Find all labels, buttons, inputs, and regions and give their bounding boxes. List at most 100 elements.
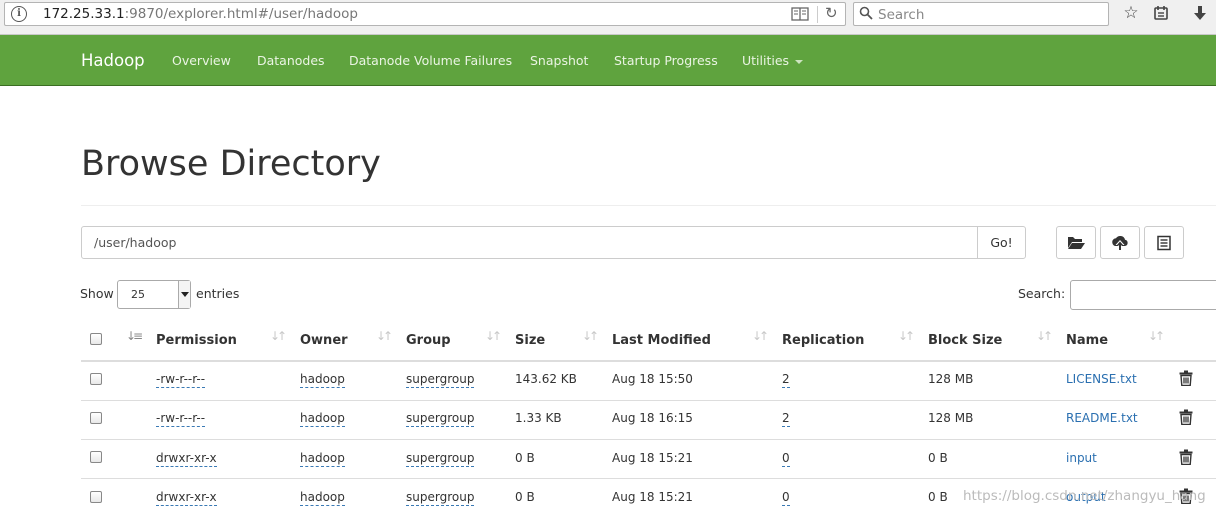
info-icon[interactable]: i bbox=[11, 6, 27, 22]
directory-input[interactable]: /user/hadoop bbox=[81, 226, 978, 259]
row-checkbox[interactable] bbox=[90, 491, 102, 503]
cut-paste-button[interactable] bbox=[1144, 226, 1184, 259]
brand-link[interactable]: Hadoop bbox=[81, 51, 145, 70]
column-header-permission[interactable]: Permission bbox=[156, 333, 237, 348]
file-name-link[interactable]: LICENSE.txt bbox=[1066, 372, 1137, 386]
sort-icon[interactable]: ↓↑ bbox=[1148, 329, 1165, 343]
size-value: 1.33 KB bbox=[515, 411, 562, 425]
show-label: Show bbox=[80, 286, 114, 301]
title-divider bbox=[81, 205, 1216, 206]
hadoop-navbar: Hadoop Overview Datanodes Datanode Volum… bbox=[0, 35, 1216, 86]
size-value: 143.62 KB bbox=[515, 372, 577, 386]
group-value[interactable]: supergroup bbox=[406, 372, 475, 388]
folder-open-icon bbox=[1067, 235, 1085, 250]
directory-name-link[interactable]: input bbox=[1066, 451, 1097, 465]
modified-value: Aug 18 15:21 bbox=[612, 451, 693, 465]
row-divider bbox=[81, 439, 1216, 440]
size-value: 0 B bbox=[515, 451, 535, 465]
url-host: 172.25.33.1 bbox=[43, 6, 125, 22]
sort-icon[interactable]: ↓↑ bbox=[376, 329, 393, 343]
nav-utilities[interactable]: Utilities bbox=[742, 53, 804, 68]
sort-icon[interactable]: ↓↑ bbox=[582, 329, 599, 343]
column-header-block-size[interactable]: Block Size bbox=[928, 333, 1002, 348]
upload-files-button[interactable] bbox=[1100, 226, 1140, 259]
nav-datanode-volume-failures[interactable]: Datanode Volume Failures bbox=[349, 53, 512, 68]
permission-value[interactable]: drwxr-xr-x bbox=[156, 451, 217, 467]
group-value[interactable]: supergroup bbox=[406, 411, 475, 427]
column-header-owner[interactable]: Owner bbox=[300, 333, 348, 348]
block-size-value: 128 MB bbox=[928, 411, 974, 425]
block-size-value: 128 MB bbox=[928, 372, 974, 386]
trash-icon[interactable] bbox=[1179, 370, 1193, 387]
owner-value[interactable]: hadoop bbox=[300, 411, 345, 427]
search-icon bbox=[859, 6, 873, 24]
sort-icon[interactable]: ↓↑ bbox=[898, 329, 915, 343]
column-header-replication[interactable]: Replication bbox=[782, 333, 864, 348]
nav-startup-progress[interactable]: Startup Progress bbox=[614, 53, 718, 68]
size-value: 0 B bbox=[515, 490, 535, 504]
library-icon[interactable] bbox=[1150, 5, 1172, 26]
list-icon bbox=[1156, 235, 1172, 250]
replication-value[interactable]: 2 bbox=[782, 411, 790, 427]
browser-toolbar: i 172.25.33.1:9870/explorer.html#/user/h… bbox=[0, 0, 1216, 35]
replication-value[interactable]: 0 bbox=[782, 490, 790, 506]
table-header-divider bbox=[81, 360, 1216, 362]
reader-mode-icon[interactable] bbox=[791, 7, 809, 21]
modified-value: Aug 18 16:15 bbox=[612, 411, 693, 425]
nav-snapshot[interactable]: Snapshot bbox=[530, 53, 588, 68]
group-value[interactable]: supergroup bbox=[406, 490, 475, 506]
create-directory-button[interactable] bbox=[1056, 226, 1096, 259]
table-search-input[interactable] bbox=[1070, 280, 1216, 310]
address-url[interactable]: 172.25.33.1:9870/explorer.html#/user/had… bbox=[43, 6, 358, 22]
owner-value[interactable]: hadoop bbox=[300, 490, 345, 506]
block-size-value: 0 B bbox=[928, 490, 948, 504]
nav-datanodes[interactable]: Datanodes bbox=[257, 53, 325, 68]
trash-icon[interactable] bbox=[1179, 409, 1193, 426]
bookmark-star-icon[interactable]: ☆ bbox=[1120, 3, 1142, 23]
watermark: https://blog.csdn.net/zhangyu_hang bbox=[963, 488, 1206, 504]
search-placeholder: Search bbox=[878, 7, 925, 23]
file-name-link[interactable]: README.txt bbox=[1066, 411, 1138, 425]
replication-value[interactable]: 0 bbox=[782, 451, 790, 467]
column-header-last-modified[interactable]: Last Modified bbox=[612, 333, 711, 348]
block-size-value: 0 B bbox=[928, 451, 948, 465]
replication-value[interactable]: 2 bbox=[782, 372, 790, 388]
row-checkbox[interactable] bbox=[90, 373, 102, 385]
go-button[interactable]: Go! bbox=[977, 226, 1026, 259]
address-bar[interactable]: i 172.25.33.1:9870/explorer.html#/user/h… bbox=[4, 2, 846, 26]
row-divider bbox=[81, 478, 1216, 479]
reload-icon[interactable]: ↻ bbox=[825, 4, 838, 22]
sort-icon[interactable]: ↓↑ bbox=[1036, 329, 1053, 343]
sort-icon[interactable]: ↓↑ bbox=[752, 329, 769, 343]
nav-overview[interactable]: Overview bbox=[172, 53, 231, 68]
owner-value[interactable]: hadoop bbox=[300, 451, 345, 467]
sort-icon[interactable]: ↓↑ bbox=[270, 329, 287, 343]
browser-search-field[interactable]: Search bbox=[853, 2, 1109, 26]
select-all-checkbox[interactable] bbox=[90, 333, 102, 345]
entries-value: 25 bbox=[131, 288, 145, 301]
modified-value: Aug 18 15:21 bbox=[612, 490, 693, 504]
entries-select[interactable]: 25 bbox=[117, 280, 191, 309]
chevron-down-icon bbox=[178, 281, 190, 308]
trash-icon[interactable] bbox=[1179, 449, 1193, 466]
owner-value[interactable]: hadoop bbox=[300, 372, 345, 388]
permission-value[interactable]: -rw-r--r-- bbox=[156, 411, 206, 427]
download-icon[interactable] bbox=[1189, 5, 1211, 26]
entries-label: entries bbox=[196, 286, 240, 301]
row-checkbox[interactable] bbox=[90, 451, 102, 463]
url-path: :9870/explorer.html#/user/hadoop bbox=[124, 6, 358, 22]
modified-value: Aug 18 15:50 bbox=[612, 372, 693, 386]
address-separator bbox=[817, 6, 818, 23]
group-value[interactable]: supergroup bbox=[406, 451, 475, 467]
caret-down-icon bbox=[795, 59, 804, 64]
column-header-size[interactable]: Size bbox=[515, 333, 545, 348]
permission-value[interactable]: drwxr-xr-x bbox=[156, 490, 217, 506]
permission-value[interactable]: -rw-r--r-- bbox=[156, 372, 206, 388]
sort-icon[interactable]: ↓↑ bbox=[485, 329, 502, 343]
nav-utilities-label: Utilities bbox=[742, 53, 790, 68]
upload-icon bbox=[1111, 235, 1129, 250]
sort-desc-icon[interactable]: ↓≡ bbox=[126, 329, 143, 343]
column-header-name[interactable]: Name bbox=[1066, 333, 1108, 348]
row-checkbox[interactable] bbox=[90, 412, 102, 424]
column-header-group[interactable]: Group bbox=[406, 333, 451, 348]
